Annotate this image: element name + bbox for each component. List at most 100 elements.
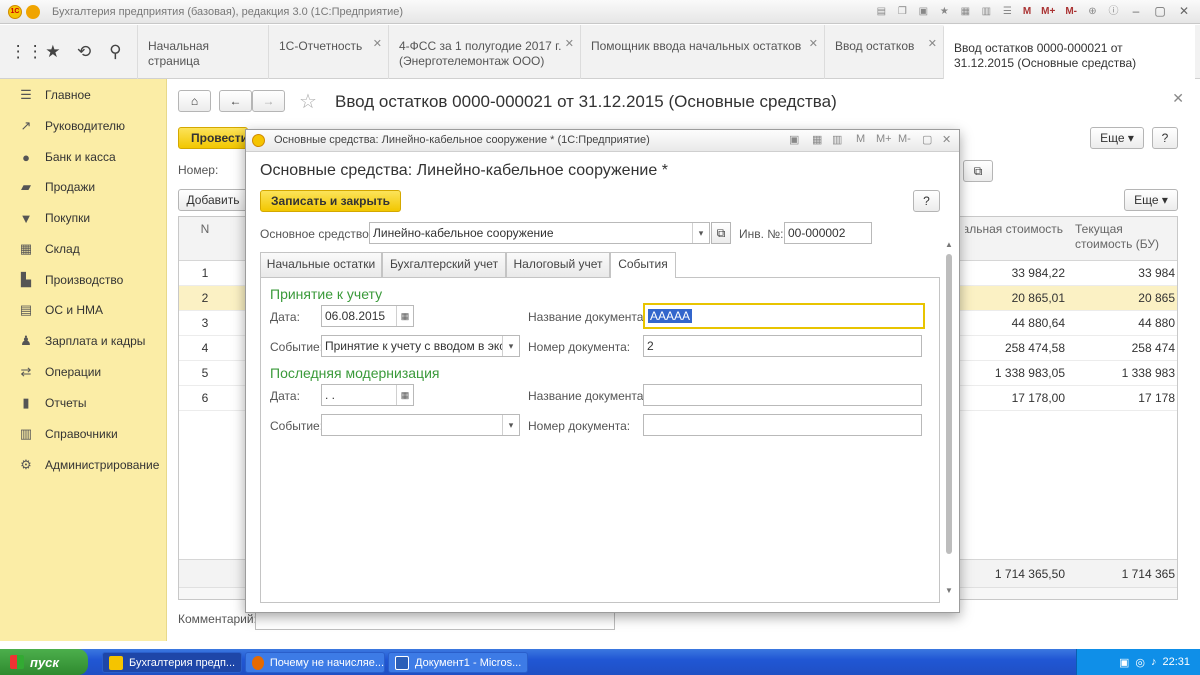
tab-close-icon[interactable]: ✕ <box>928 37 937 52</box>
print-icon[interactable]: ▤ <box>873 3 890 20</box>
modernization-document-name-field[interactable] <box>643 384 922 406</box>
column-header-n[interactable]: N <box>179 217 231 261</box>
copy-icon[interactable]: ❐ <box>894 3 911 20</box>
memory-plus-button[interactable]: M+ <box>1038 3 1058 20</box>
inventory-number-field[interactable]: 00-000002 <box>784 222 872 244</box>
favorites-icon[interactable]: ★ <box>936 3 953 20</box>
memory-button[interactable]: M <box>1020 3 1034 20</box>
sidebar-item-salary[interactable]: ♟ Зарплата и кадры <box>0 331 167 351</box>
maximize-button[interactable]: ▢ <box>922 133 932 146</box>
favorites-star-icon[interactable]: ★ <box>41 42 65 62</box>
sidebar-item-purchases[interactable]: ▼ Покупки <box>0 208 167 228</box>
start-button[interactable]: пуск <box>0 649 88 675</box>
sidebar-item-operations[interactable]: ⇄ Операции <box>0 362 167 382</box>
sidebar-item-main[interactable]: ☰ Главное <box>0 85 167 105</box>
column-header-initial-cost[interactable]: Начальная стоимость <box>965 217 1069 261</box>
calendar-icon[interactable]: ▥ <box>832 133 842 146</box>
taskbar-item-word[interactable]: Документ1 - Micros... <box>388 652 528 673</box>
memory-plus-button[interactable]: M+ <box>876 133 892 145</box>
document-name-field[interactable]: ААААА <box>643 303 925 329</box>
dialog-help-button[interactable]: ? <box>913 190 940 212</box>
post-button[interactable]: Провести <box>178 127 248 149</box>
sidebar-item-production[interactable]: ▙ Производство <box>0 270 167 290</box>
memory-minus-button[interactable]: M- <box>1062 3 1080 20</box>
modernization-date-field[interactable]: . . ▦ <box>321 384 414 406</box>
minimize-button[interactable]: ‒ <box>1126 3 1146 20</box>
history-icon[interactable]: ⟲ <box>72 42 96 62</box>
add-row-button[interactable]: Добавить <box>178 189 248 211</box>
acceptance-event-select[interactable]: Принятие к учету с вводом в экс ▾ <box>321 335 520 357</box>
tab-balance-assistant[interactable]: Помощник ввода начальных остатков ✕ <box>580 25 824 79</box>
sidebar-item-assets[interactable]: ▤ ОС и НМА <box>0 300 167 320</box>
tab-events[interactable]: События <box>610 252 676 278</box>
scroll-up-icon[interactable]: ▲ <box>945 240 953 249</box>
acceptance-date-field[interactable]: 06.08.2015 ▦ <box>321 305 414 327</box>
scroll-down-icon[interactable]: ▼ <box>945 586 953 595</box>
tab-tax-accounting[interactable]: Налоговый учет <box>506 252 610 277</box>
sidebar-item-manager[interactable]: ↗ Руководителю <box>0 116 167 136</box>
forward-button[interactable]: → <box>252 90 285 112</box>
search-icon[interactable]: ⚲ <box>103 42 127 62</box>
open-field-button[interactable]: ⧉ <box>963 160 993 182</box>
taskbar-item-1c[interactable]: Бухгалтерия предп... <box>102 652 242 673</box>
tab-fss[interactable]: 4-ФСС за 1 полугодие 2017 г. (Энерготеле… <box>388 25 580 79</box>
taskbar-item-browser[interactable]: Почему не начисляе... <box>245 652 385 673</box>
chevron-down-icon[interactable]: ▾ <box>502 336 519 356</box>
help-button[interactable]: ? <box>1152 127 1178 149</box>
close-form-icon[interactable]: ✕ <box>1172 90 1184 107</box>
tab-home[interactable]: Начальная страница <box>137 25 268 79</box>
table-more-button[interactable]: Еще ▾ <box>1124 189 1178 211</box>
save-and-close-button[interactable]: Записать и закрыть <box>260 190 401 212</box>
modernization-document-number-field[interactable] <box>643 414 922 436</box>
maximize-button[interactable]: ▢ <box>1150 3 1170 20</box>
modernization-event-select[interactable]: ▾ <box>321 414 520 436</box>
antivirus-icon[interactable]: ◎ <box>1135 656 1145 669</box>
close-dialog-button[interactable]: ✕ <box>942 133 951 146</box>
memory-minus-button[interactable]: M- <box>898 133 911 145</box>
tab-balance-entry-fixed-assets[interactable]: Ввод остатков 0000-000021 от 31.12.2015 … <box>943 25 1195 79</box>
chevron-down-icon[interactable]: ▾ <box>502 415 519 435</box>
sidebar-item-admin[interactable]: ⚙ Администрирование <box>0 455 167 475</box>
chevron-down-icon[interactable]: ▾ <box>692 223 709 243</box>
app-menu-icon[interactable] <box>26 4 40 19</box>
memory-button[interactable]: M <box>856 133 865 145</box>
back-button[interactable]: ← <box>219 90 252 112</box>
attach-icon[interactable]: ▣ <box>789 133 799 146</box>
calculator-icon[interactable]: ▥ <box>978 3 995 20</box>
tab-initial-balances[interactable]: Начальные остатки <box>260 252 382 277</box>
tab-close-icon[interactable]: ✕ <box>565 37 574 52</box>
asset-select[interactable]: Линейно-кабельное сооружение ▾ <box>369 222 710 244</box>
sidebar-item-reports[interactable]: ▮ Отчеты <box>0 393 167 413</box>
clock[interactable]: 22:31 <box>1162 656 1190 668</box>
tab-accounting[interactable]: Бухгалтерский учет <box>382 252 506 277</box>
tab-balance-entry[interactable]: Ввод остатков ✕ <box>824 25 943 79</box>
comment-input[interactable] <box>255 610 615 630</box>
home-button[interactable]: ⌂ <box>178 90 211 112</box>
sidebar-item-warehouse[interactable]: ▦ Склад <box>0 239 167 259</box>
column-header-current-cost[interactable]: Текущая стоимость (БУ) <box>1069 217 1177 261</box>
scrollbar-thumb[interactable] <box>946 254 952 554</box>
network-icon[interactable]: ▣ <box>1119 656 1129 669</box>
sidebar-item-sales[interactable]: ▰ Продажи <box>0 177 167 197</box>
calendar-icon[interactable]: ▦ <box>957 3 974 20</box>
document-number-field[interactable]: 2 <box>643 335 922 357</box>
open-asset-button[interactable]: ⧉ <box>711 222 731 244</box>
more-button[interactable]: Еще ▾ <box>1090 127 1144 149</box>
list-icon[interactable]: ☰ <box>999 3 1016 20</box>
tab-close-icon[interactable]: ✕ <box>809 37 818 52</box>
dialog-scrollbar[interactable]: ▲ ▼ <box>945 240 954 598</box>
favorite-star-icon[interactable]: ☆ <box>299 89 317 114</box>
close-window-button[interactable]: ✕ <box>1174 3 1194 20</box>
calendar-icon[interactable]: ▦ <box>396 385 413 405</box>
tab-close-icon[interactable]: ✕ <box>373 37 382 52</box>
sidebar-item-references[interactable]: ▥ Справочники <box>0 424 167 444</box>
tab-1c-reporting[interactable]: 1С-Отчетность ✕ <box>268 25 388 79</box>
info-icon[interactable]: ⓘ <box>1105 3 1122 20</box>
zoom-icon[interactable]: ⊕ <box>1084 3 1101 20</box>
volume-icon[interactable]: ♪ <box>1151 656 1157 668</box>
paste-icon[interactable]: ▣ <box>915 3 932 20</box>
calendar-icon[interactable]: ▦ <box>396 306 413 326</box>
calculator-icon[interactable]: ▦ <box>812 133 822 146</box>
sections-grid-icon[interactable]: ⋮⋮ <box>10 42 44 62</box>
sidebar-item-bank[interactable]: ● Банк и касса <box>0 147 167 167</box>
